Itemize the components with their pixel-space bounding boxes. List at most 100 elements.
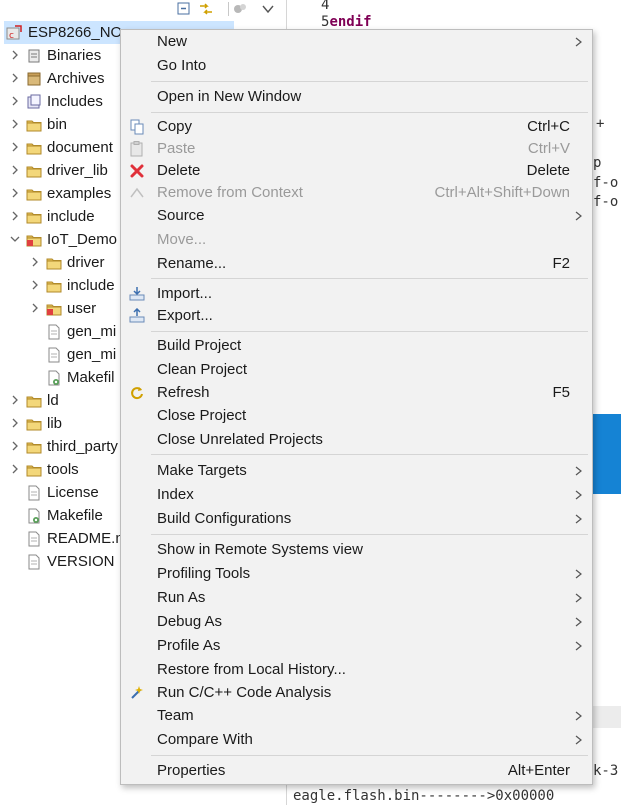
makefile-icon <box>48 370 60 386</box>
console-fragment: k-3.0 <box>593 763 621 779</box>
remove-context-icon <box>130 187 144 198</box>
chevron-right-icon[interactable] <box>10 119 20 129</box>
menu-item-new[interactable]: New <box>121 30 592 53</box>
view-menu-icon[interactable] <box>260 1 276 17</box>
menu-item-go-into[interactable]: Go Into <box>121 54 592 77</box>
folder-icon <box>26 419 42 431</box>
submenu-arrow-icon <box>575 466 582 476</box>
import-icon <box>129 287 145 301</box>
tree-item-label: bin <box>47 116 68 133</box>
link-with-editor-icon[interactable] <box>198 1 214 17</box>
file-icon <box>48 347 60 363</box>
menu-item-restore-history[interactable]: Restore from Local History... <box>121 658 592 681</box>
chevron-right-icon[interactable] <box>10 188 20 198</box>
menu-item-profile-as[interactable]: Profile As <box>121 634 592 657</box>
menu-separator <box>151 112 588 113</box>
toolbar-separator <box>228 2 229 16</box>
folder-icon <box>26 442 42 454</box>
chevron-right-icon[interactable] <box>30 303 40 313</box>
chevron-right-icon[interactable] <box>10 165 20 175</box>
chevron-right-icon[interactable] <box>10 441 20 451</box>
menu-item-compare-with[interactable]: Compare With <box>121 728 592 751</box>
submenu-arrow-icon <box>575 593 582 603</box>
menu-item-delete[interactable]: Delete Delete <box>121 159 592 182</box>
tree-item-label: gen_mi <box>67 323 117 340</box>
filter-icon[interactable] <box>232 1 248 17</box>
chevron-right-icon[interactable] <box>10 418 20 428</box>
menu-item-properties[interactable]: Properties Alt+Enter <box>121 759 592 782</box>
tree-item-label: VERSION <box>47 553 115 570</box>
submenu-arrow-icon <box>575 37 582 47</box>
tree-item-label: Makefil <box>67 369 115 386</box>
chevron-right-icon[interactable] <box>10 395 20 405</box>
menu-item-source[interactable]: Source <box>121 204 592 227</box>
menu-item-rename[interactable]: Rename... F2 <box>121 252 592 275</box>
menu-item-run-as[interactable]: Run As <box>121 586 592 609</box>
submenu-arrow-icon <box>575 617 582 627</box>
chevron-right-icon[interactable] <box>10 142 20 152</box>
menu-item-open-new-window[interactable]: Open in New Window <box>121 85 592 108</box>
submenu-arrow-icon <box>575 514 582 524</box>
line-number-4: 4 <box>321 0 330 13</box>
chevron-right-icon[interactable] <box>10 211 20 221</box>
menu-item-team[interactable]: Team <box>121 704 592 727</box>
file-icon <box>28 485 40 501</box>
collapse-all-icon[interactable] <box>176 1 192 17</box>
tree-item-label: gen_mi <box>67 346 117 363</box>
code-fragment: p <box>593 155 602 171</box>
menu-item-remove-context[interactable]: Remove from Context Ctrl+Alt+Shift+Down <box>121 181 592 204</box>
submenu-arrow-icon <box>575 211 582 221</box>
menu-item-profiling-tools[interactable]: Profiling Tools <box>121 562 592 585</box>
menu-item-build-project[interactable]: Build Project <box>121 334 592 357</box>
menu-separator <box>151 278 588 279</box>
tree-item-label: License <box>47 484 99 501</box>
menu-item-build-configurations[interactable]: Build Configurations <box>121 507 592 530</box>
menu-item-close-unrelated[interactable]: Close Unrelated Projects <box>121 428 592 451</box>
context-menu: New Go Into Open in New Window Copy Ctrl… <box>120 29 593 785</box>
file-icon <box>28 531 40 547</box>
tree-item-label: Includes <box>47 93 103 110</box>
submenu-arrow-icon <box>575 490 582 500</box>
chevron-right-icon[interactable] <box>10 50 20 60</box>
code-fragment: + <box>596 116 605 132</box>
submenu-arrow-icon <box>575 569 582 579</box>
menu-item-index[interactable]: Index <box>121 483 592 506</box>
chevron-right-icon[interactable] <box>30 280 40 290</box>
code-analysis-icon <box>131 686 143 699</box>
menu-item-debug-as[interactable]: Debug As <box>121 610 592 633</box>
menu-item-run-code-analysis[interactable]: Run C/C++ Code Analysis <box>121 681 592 704</box>
menu-item-move[interactable]: Move... <box>121 228 592 251</box>
menu-item-import[interactable]: Import... <box>121 282 592 305</box>
tree-item-label: user <box>67 300 97 317</box>
tree-item-label: lib <box>47 415 63 432</box>
tree-item-label: Binaries <box>47 47 102 64</box>
tree-item-label: IoT_Demo <box>47 231 118 248</box>
chevron-right-icon[interactable] <box>10 73 20 83</box>
menu-item-export[interactable]: Export... <box>121 304 592 327</box>
tree-item-label: ESP8266_NO <box>28 24 123 41</box>
menu-item-show-remote[interactable]: Show in Remote Systems view <box>121 538 592 561</box>
folder-icon <box>46 281 62 293</box>
shortcut-label: Ctrl+C <box>527 118 570 135</box>
c-project-icon: c <box>6 25 22 41</box>
menu-item-paste[interactable]: Paste Ctrl+V <box>121 137 592 160</box>
source-folder-icon <box>26 235 42 247</box>
code-fragment: f-o <box>593 194 619 210</box>
console-output-line: eagle.flash.bin-------->0x00000 <box>293 788 555 804</box>
chevron-right-icon[interactable] <box>30 257 40 267</box>
shortcut-label: F5 <box>552 384 570 401</box>
folder-icon <box>46 258 62 270</box>
menu-item-close-project[interactable]: Close Project <box>121 404 592 427</box>
tree-item-label: README.m <box>47 530 128 547</box>
binaries-icon <box>28 49 40 63</box>
folder-icon <box>26 189 42 201</box>
chevron-down-icon[interactable] <box>10 234 20 244</box>
chevron-right-icon[interactable] <box>10 96 20 106</box>
tree-item-label: tools <box>47 461 79 478</box>
menu-item-make-targets[interactable]: Make Targets <box>121 459 592 482</box>
menu-item-clean-project[interactable]: Clean Project <box>121 358 592 381</box>
folder-icon <box>26 143 42 155</box>
menu-item-refresh[interactable]: Refresh F5 <box>121 381 592 404</box>
menu-item-copy[interactable]: Copy Ctrl+C <box>121 115 592 138</box>
chevron-right-icon[interactable] <box>10 464 20 474</box>
